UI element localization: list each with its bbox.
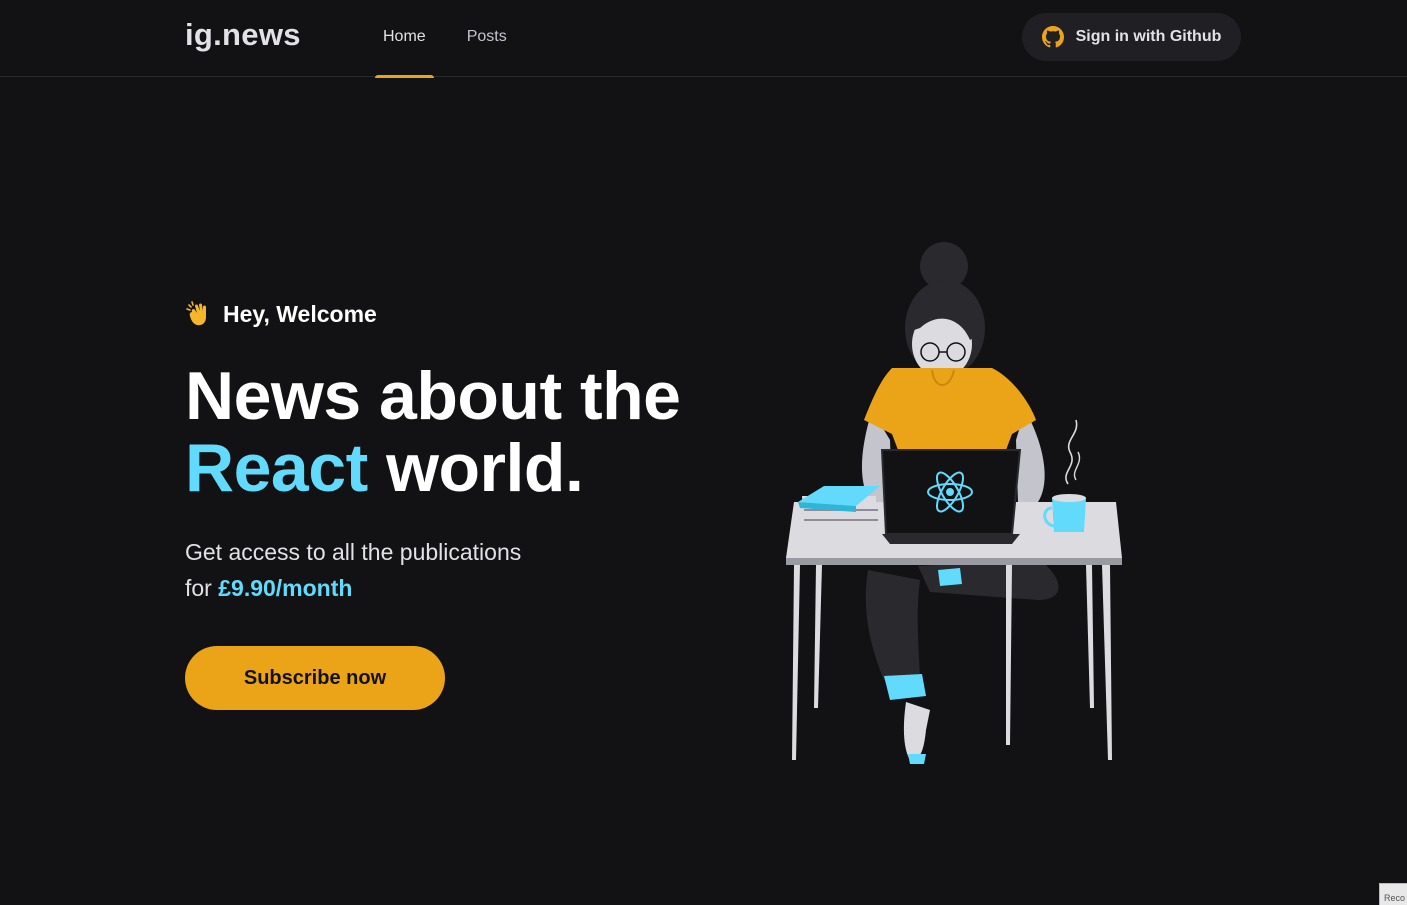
sign-in-label: Sign in with Github: [1075, 28, 1222, 45]
desc-line1: Get access to all the publications: [185, 539, 522, 565]
top-header: ig.news Home Posts Sign in with Github: [0, 0, 1407, 78]
nav-link-posts[interactable]: Posts: [459, 0, 515, 77]
hero-section: Hey, Welcome News about the React world.…: [185, 300, 745, 710]
welcome-text: Hey, Welcome: [223, 300, 377, 327]
welcome-line: Hey, Welcome: [185, 300, 745, 328]
desc-prefix: for: [185, 575, 212, 601]
price-text: £9.90/month: [218, 575, 353, 601]
corner-tab[interactable]: Reco: [1379, 883, 1407, 905]
sign-in-github-button[interactable]: Sign in with Github: [1022, 13, 1241, 61]
nav-link-home[interactable]: Home: [375, 0, 434, 78]
github-icon: [1041, 26, 1064, 48]
hero-description: Get access to all the publications for £…: [185, 534, 745, 606]
hero-title: News about the React world.: [185, 360, 745, 504]
main-nav: Home Posts: [375, 0, 540, 78]
avatar-illustration: [780, 240, 1130, 775]
subscribe-button[interactable]: Subscribe now: [185, 646, 445, 710]
site-logo[interactable]: ig.news: [185, 17, 301, 53]
clapping-hands-icon: [185, 300, 213, 328]
hero-title-rest: world.: [386, 430, 584, 506]
hero-title-accent: React: [185, 430, 368, 506]
hero-title-line1: News about the: [185, 358, 681, 434]
